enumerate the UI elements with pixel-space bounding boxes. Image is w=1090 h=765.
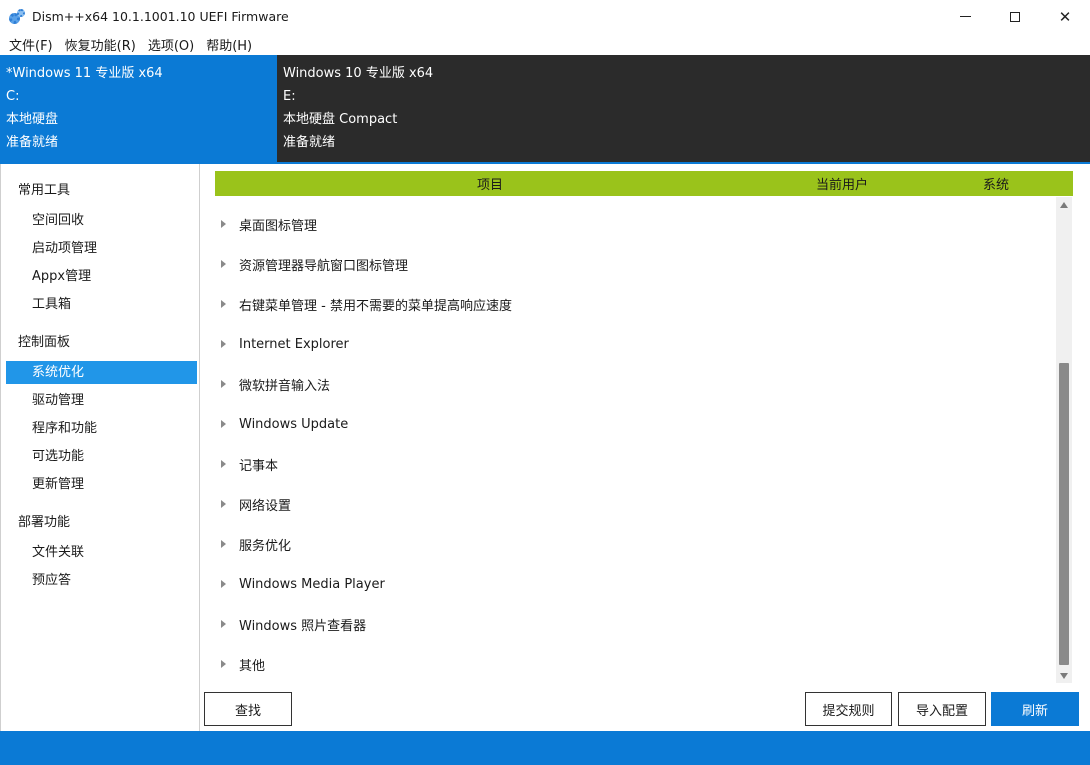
list-item-label: Windows Update: [239, 416, 349, 432]
expand-arrow-icon[interactable]: [221, 380, 226, 388]
status-bar: [0, 731, 1090, 765]
scroll-up-icon[interactable]: [1060, 202, 1068, 208]
close-button[interactable]: ✕: [1040, 0, 1090, 33]
menu-file[interactable]: 文件(F): [4, 35, 58, 54]
expand-arrow-icon[interactable]: [221, 220, 226, 228]
image-card-windows11[interactable]: *Windows 11 专业版 x64 C: 本地硬盘 准备就绪: [0, 55, 277, 164]
list-item-label: 桌面图标管理: [239, 218, 318, 234]
minimize-button[interactable]: [940, 0, 990, 33]
expand-arrow-icon[interactable]: [221, 660, 226, 668]
list-item[interactable]: 记事本: [215, 444, 1035, 484]
sidebar-group-common-tools: 常用工具: [18, 183, 71, 198]
sidebar-item-appx[interactable]: Appx管理: [6, 265, 197, 288]
image-status: 准备就绪: [283, 135, 336, 150]
sidebar-item-file-association[interactable]: 文件关联: [6, 541, 197, 564]
main-panel: 项目 当前用户 系统 桌面图标管理 资源管理器导航窗口图标管理 右键菜单管理 -…: [200, 164, 1090, 731]
sidebar-item-optional-features[interactable]: 可选功能: [6, 445, 197, 468]
submit-rules-button[interactable]: 提交规则: [805, 692, 892, 726]
list-item-label: Internet Explorer: [239, 336, 349, 352]
menu-bar: 文件(F) 恢复功能(R) 选项(O) 帮助(H): [0, 33, 1090, 55]
expand-arrow-icon[interactable]: [221, 460, 226, 468]
sidebar-item-drivers[interactable]: 驱动管理: [6, 389, 197, 412]
list-item[interactable]: 网络设置: [215, 484, 1035, 524]
window-title: Dism++x64 10.1.1001.10 UEFI Firmware: [32, 9, 289, 24]
sidebar-item-unattend[interactable]: 预应答: [6, 569, 197, 592]
expand-arrow-icon[interactable]: [221, 580, 226, 588]
refresh-button[interactable]: 刷新: [991, 692, 1079, 726]
menu-restore[interactable]: 恢复功能(R): [60, 35, 141, 54]
image-card-windows10[interactable]: Windows 10 专业版 x64 E: 本地硬盘 Compact 准备就绪: [277, 55, 1090, 164]
minimize-icon: [959, 16, 971, 17]
sidebar-item-space-recovery[interactable]: 空间回收: [6, 209, 197, 232]
table-header: 项目 当前用户 系统: [215, 171, 1073, 196]
window-controls: ✕: [940, 0, 1090, 33]
list-item[interactable]: 服务优化: [215, 524, 1035, 564]
gears-icon: [9, 8, 25, 25]
image-drive: E:: [283, 89, 296, 104]
column-header-system[interactable]: 系统: [983, 174, 1009, 193]
list-item[interactable]: 桌面图标管理: [215, 204, 1035, 244]
list-item[interactable]: 右键菜单管理 - 禁用不需要的菜单提高响应速度: [215, 284, 1035, 324]
expand-arrow-icon[interactable]: [221, 340, 226, 348]
list-item-label: 服务优化: [239, 538, 292, 554]
list-item-label: 网络设置: [239, 498, 292, 514]
list-item-label: 记事本: [239, 458, 279, 474]
list-item-label: 右键菜单管理 - 禁用不需要的菜单提高响应速度: [239, 298, 512, 314]
column-header-current-user[interactable]: 当前用户: [816, 174, 868, 193]
expand-arrow-icon[interactable]: [221, 500, 226, 508]
list-item-label: 微软拼音输入法: [239, 378, 331, 394]
title-bar: Dism++x64 10.1.1001.10 UEFI Firmware ✕: [0, 0, 1090, 33]
sidebar-item-updates[interactable]: 更新管理: [6, 473, 197, 496]
image-type: 本地硬盘: [6, 112, 59, 127]
expand-arrow-icon[interactable]: [221, 300, 226, 308]
find-button[interactable]: 查找: [204, 692, 292, 726]
expand-arrow-icon[interactable]: [221, 260, 226, 268]
menu-options[interactable]: 选项(O): [143, 35, 199, 54]
scroll-thumb[interactable]: [1059, 363, 1069, 665]
list-item-label: 其他: [239, 658, 266, 674]
list-item[interactable]: 微软拼音输入法: [215, 364, 1035, 404]
maximize-button[interactable]: [990, 0, 1040, 33]
list-item[interactable]: 其他: [215, 644, 1035, 684]
sidebar-group-control-panel: 控制面板: [18, 335, 71, 350]
menu-help[interactable]: 帮助(H): [201, 35, 257, 54]
list-item-label: Windows Media Player: [239, 576, 385, 592]
list-item[interactable]: Windows Update: [215, 404, 1035, 444]
image-type: 本地硬盘 Compact: [283, 112, 398, 127]
expand-arrow-icon[interactable]: [221, 620, 226, 628]
list-item[interactable]: Internet Explorer: [215, 324, 1035, 364]
sidebar-item-programs[interactable]: 程序和功能: [6, 417, 197, 440]
expand-arrow-icon[interactable]: [221, 420, 226, 428]
image-drive: C:: [6, 89, 20, 104]
maximize-icon: [1010, 11, 1020, 22]
image-status: 准备就绪: [6, 135, 59, 150]
sidebar: 常用工具 空间回收 启动项管理 Appx管理 工具箱 控制面板 系统优化 驱动管…: [0, 164, 200, 731]
close-icon: ✕: [1058, 7, 1072, 26]
expand-arrow-icon[interactable]: [221, 540, 226, 548]
sidebar-item-system-optimize[interactable]: 系统优化: [6, 361, 197, 384]
list-item-label: Windows 照片查看器: [239, 618, 367, 634]
list-item[interactable]: Windows Media Player: [215, 564, 1035, 604]
list-item-label: 资源管理器导航窗口图标管理: [239, 258, 409, 274]
import-config-button[interactable]: 导入配置: [898, 692, 986, 726]
scroll-down-icon[interactable]: [1060, 673, 1068, 679]
list-item[interactable]: 资源管理器导航窗口图标管理: [215, 244, 1035, 284]
sidebar-item-toolbox[interactable]: 工具箱: [6, 293, 197, 316]
sidebar-group-deployment: 部署功能: [18, 515, 71, 530]
sidebar-item-startup[interactable]: 启动项管理: [6, 237, 197, 260]
image-name: Windows 10 专业版 x64: [283, 66, 434, 81]
image-selector: *Windows 11 专业版 x64 C: 本地硬盘 准备就绪 Windows…: [0, 55, 1090, 164]
column-header-item[interactable]: 项目: [477, 174, 503, 193]
image-name: *Windows 11 专业版 x64: [6, 66, 163, 81]
list-item[interactable]: Windows 照片查看器: [215, 604, 1035, 644]
vertical-scrollbar[interactable]: [1056, 197, 1072, 683]
